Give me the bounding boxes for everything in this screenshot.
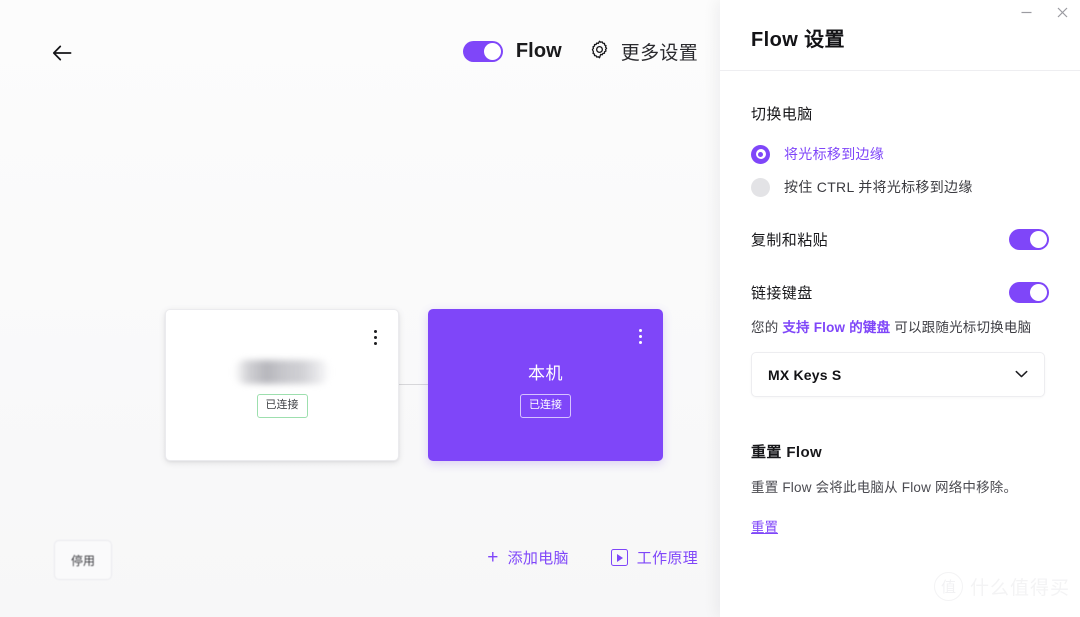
bottom-actions: + 添加电脑 工作原理 xyxy=(487,547,698,568)
keyboard-select[interactable]: MX Keys S xyxy=(751,352,1045,398)
more-settings-button[interactable]: 更多设置 xyxy=(590,38,698,65)
disable-button[interactable]: 停用 xyxy=(54,540,112,580)
radio-indicator-unselected[interactable] xyxy=(751,177,770,197)
flow-app-window: Flow 更多设置 已连接 本机 已连接 停用 + 添加电脑 工作原理 Flow… xyxy=(0,0,1080,617)
helper-suffix: 可以跟随光标切换电脑 xyxy=(890,320,1032,335)
how-it-works-button[interactable]: 工作原理 xyxy=(610,547,698,568)
toolbar-actions: Flow 更多设置 xyxy=(462,38,698,65)
link-keyboard-label: 链接键盘 xyxy=(751,285,813,302)
menu-dot xyxy=(638,340,642,344)
chevron-down-icon xyxy=(1015,366,1028,384)
reset-link[interactable]: 重置 xyxy=(751,516,778,536)
more-settings-label: 更多设置 xyxy=(620,43,698,64)
menu-dot xyxy=(373,329,377,333)
link-keyboard-toggle[interactable] xyxy=(1009,282,1049,303)
flow-enable-toggle[interactable] xyxy=(462,41,503,62)
copy-paste-toggle[interactable] xyxy=(1009,229,1049,250)
copy-paste-row: 复制和粘贴 xyxy=(751,229,1049,250)
add-computer-label: 添加电脑 xyxy=(507,550,569,567)
reset-section: 重置 Flow 重置 Flow 会将此电脑从 Flow 网络中移除。 重置 xyxy=(751,441,1049,537)
link-keyboard-helper-text: 您的 支持 Flow 的键盘 可以跟随光标切换电脑 xyxy=(751,319,1049,337)
status-badge: 已连接 xyxy=(256,394,308,418)
radio-label: 将光标移到边缘 xyxy=(784,146,885,162)
link-keyboard-row: 链接键盘 xyxy=(751,282,1049,303)
device-connector-line xyxy=(398,384,430,385)
flow-settings-panel: Flow 设置 切换电脑 将光标移到边缘 按住 CTRL 并将光标移到边缘 复制… xyxy=(720,0,1080,617)
kebab-menu-icon[interactable] xyxy=(366,326,384,348)
device-card-remote[interactable]: 已连接 xyxy=(165,309,399,461)
toggle-knob xyxy=(1030,284,1047,301)
device-card-body: 已连接 xyxy=(166,360,398,418)
radio-indicator-selected[interactable] xyxy=(751,144,770,164)
helper-prefix: 您的 xyxy=(751,320,783,335)
flow-enable-toggle-group[interactable]: Flow xyxy=(462,40,562,63)
switch-computer-heading: 切换电脑 xyxy=(751,106,813,123)
toggle-knob xyxy=(1030,231,1047,248)
main-bottom-bar: 停用 + 添加电脑 工作原理 xyxy=(0,534,720,617)
switch-computer-radio-group: 将光标移到边缘 按住 CTRL 并将光标移到边缘 xyxy=(751,144,1049,197)
reset-description: 重置 Flow 会将此电脑从 Flow 网络中移除。 xyxy=(751,480,1018,496)
settings-body: 切换电脑 将光标移到边缘 按住 CTRL 并将光标移到边缘 复制和粘贴 链接键盘… xyxy=(720,71,1080,617)
settings-header: Flow 设置 xyxy=(720,0,1080,71)
play-video-icon xyxy=(610,549,628,566)
device-card-body: 本机 已连接 xyxy=(428,359,663,418)
main-toolbar: Flow 更多设置 xyxy=(0,0,720,104)
back-button[interactable] xyxy=(44,36,80,70)
add-computer-button[interactable]: + 添加电脑 xyxy=(487,547,569,568)
main-panel: Flow 更多设置 已连接 本机 已连接 停用 + 添加电脑 工作原理 xyxy=(0,0,720,617)
copy-paste-label: 复制和粘贴 xyxy=(751,232,829,249)
kebab-menu-icon[interactable] xyxy=(631,325,649,347)
menu-dot xyxy=(638,334,642,338)
menu-dot xyxy=(373,341,377,345)
menu-dot xyxy=(373,335,377,339)
device-card-local[interactable]: 本机 已连接 xyxy=(428,309,663,461)
radio-label: 按住 CTRL 并将光标移到边缘 xyxy=(784,179,973,195)
keyboard-select-value: MX Keys S xyxy=(768,366,842,383)
radio-option-ctrl-plus-edge[interactable]: 按住 CTRL 并将光标移到边缘 xyxy=(751,177,1049,197)
radio-option-move-cursor-to-edge[interactable]: 将光标移到边缘 xyxy=(751,144,1049,164)
how-it-works-label: 工作原理 xyxy=(636,550,698,567)
plus-icon: + xyxy=(487,547,499,568)
flow-toggle-label: Flow xyxy=(515,40,562,62)
settings-title: Flow 设置 xyxy=(751,29,845,51)
menu-dot xyxy=(638,328,642,332)
gear-icon xyxy=(590,40,609,64)
device-canvas: 已连接 本机 已连接 xyxy=(0,104,720,534)
device-name: 本机 xyxy=(528,364,563,383)
toggle-knob xyxy=(483,43,501,60)
arrow-left-icon xyxy=(52,45,72,61)
status-badge: 已连接 xyxy=(520,394,571,418)
device-name-redacted xyxy=(234,360,330,384)
supported-keyboard-link[interactable]: 支持 Flow 的键盘 xyxy=(782,320,890,335)
reset-title: 重置 Flow xyxy=(751,444,823,462)
